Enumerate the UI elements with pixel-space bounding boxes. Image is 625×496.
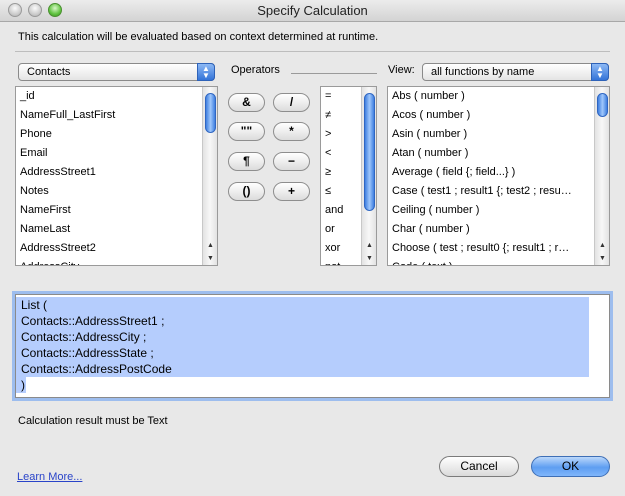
divide-operator-button[interactable]: / [273, 93, 310, 112]
list-item[interactable]: NameLast [16, 220, 217, 239]
operators-scrollbar[interactable]: ▲ ▼ [361, 87, 376, 265]
scroll-up-arrow-icon[interactable]: ▲ [203, 239, 217, 252]
functions-scrollbar[interactable]: ▲ ▼ [594, 87, 609, 265]
list-item[interactable]: Acos ( number ) [388, 106, 593, 125]
list-item[interactable]: AddressStreet1 [16, 163, 217, 182]
title-bar: Specify Calculation [0, 0, 625, 22]
pilcrow-operator-button[interactable]: ¶ [228, 152, 265, 171]
ok-button[interactable]: OK [531, 456, 610, 477]
cancel-button[interactable]: Cancel [439, 456, 519, 477]
list-item[interactable]: Ceiling ( number ) [388, 201, 593, 220]
list-item[interactable]: Abs ( number ) [388, 87, 593, 106]
list-item[interactable]: Code ( text ) [388, 258, 593, 265]
scroll-thumb[interactable] [364, 93, 375, 211]
window-title: Specify Calculation [257, 3, 368, 18]
plus-operator-button[interactable]: + [273, 182, 310, 201]
ampersand-operator-button[interactable]: & [228, 93, 265, 112]
calculation-line: List ( [16, 297, 589, 313]
fields-scrollbar[interactable]: ▲ ▼ [202, 87, 217, 265]
list-item[interactable]: AddressStreet2 [16, 239, 217, 258]
popup-arrows-icon: ▲ ▼ [591, 63, 609, 81]
table-popup-value: Contacts [27, 66, 71, 78]
operators-list[interactable]: = ≠ > < ≥ ≤ and or xor not ▲ ▼ [320, 86, 377, 266]
result-type-label: Calculation result must be Text [18, 415, 168, 427]
list-item[interactable]: Asin ( number ) [388, 125, 593, 144]
list-item[interactable]: NameFirst [16, 201, 217, 220]
operators-label: Operators [231, 64, 280, 76]
list-item[interactable]: NameFull_LastFirst [16, 106, 217, 125]
list-item[interactable]: Case ( test1 ; result1 {; test2 ; resu… [388, 182, 593, 201]
list-item[interactable]: Notes [16, 182, 217, 201]
view-popup[interactable]: all functions by name ▲ ▼ [422, 63, 609, 81]
calculation-line: Contacts::AddressPostCode [16, 361, 589, 377]
learn-more-link[interactable]: Learn More... [17, 471, 82, 483]
divider [15, 51, 610, 52]
view-label: View: [388, 64, 415, 76]
quotes-operator-button[interactable]: "" [228, 122, 265, 141]
scroll-up-arrow-icon[interactable]: ▲ [362, 239, 376, 252]
fields-list[interactable]: _id NameFull_LastFirst Phone Email Addre… [15, 86, 218, 266]
table-popup[interactable]: Contacts ▲ ▼ [18, 63, 215, 81]
functions-list[interactable]: Abs ( number ) Acos ( number ) Asin ( nu… [387, 86, 610, 266]
list-item[interactable]: AddressCity [16, 258, 217, 265]
scroll-down-arrow-icon[interactable]: ▼ [203, 252, 217, 265]
calculation-line: Contacts::AddressStreet1 ; [16, 313, 589, 329]
list-item[interactable]: Phone [16, 125, 217, 144]
popup-arrows-icon: ▲ ▼ [197, 63, 215, 81]
scroll-up-arrow-icon[interactable]: ▲ [595, 239, 609, 252]
dialog-window: Specify Calculation This calculation wil… [0, 0, 625, 496]
calculation-line: Contacts::AddressCity ; [16, 329, 589, 345]
minus-operator-button[interactable]: − [273, 152, 310, 171]
scroll-down-arrow-icon[interactable]: ▼ [595, 252, 609, 265]
scroll-down-arrow-icon[interactable]: ▼ [362, 252, 376, 265]
multiply-operator-button[interactable]: * [273, 122, 310, 141]
list-item[interactable]: Atan ( number ) [388, 144, 593, 163]
scroll-thumb[interactable] [597, 93, 608, 117]
context-hint: This calculation will be evaluated based… [18, 31, 379, 43]
list-item[interactable]: Email [16, 144, 217, 163]
list-item[interactable]: Choose ( test ; result0 {; result1 ; r… [388, 239, 593, 258]
list-item[interactable]: Char ( number ) [388, 220, 593, 239]
view-popup-value: all functions by name [431, 66, 535, 78]
calculation-line: Contacts::AddressState ; [16, 345, 589, 361]
list-item[interactable]: _id [16, 87, 217, 106]
parentheses-operator-button[interactable]: () [228, 182, 265, 201]
scroll-thumb[interactable] [205, 93, 216, 133]
operators-divider [291, 73, 377, 74]
calculation-line: ) [16, 377, 26, 393]
calculation-editor[interactable]: List ( Contacts::AddressStreet1 ; Contac… [15, 294, 610, 398]
list-item[interactable]: Average ( field {; field...} ) [388, 163, 593, 182]
